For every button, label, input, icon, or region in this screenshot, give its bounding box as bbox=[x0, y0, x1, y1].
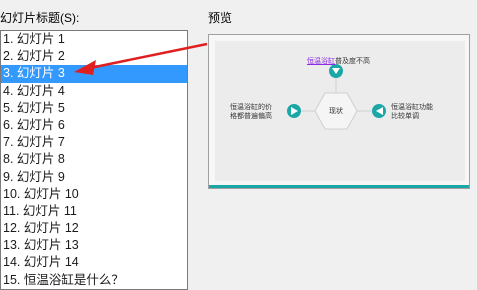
preview-label: 预览 bbox=[208, 11, 233, 25]
slide-titles-label: 幻灯片标题(S): bbox=[0, 11, 80, 25]
preview-frame: 恒温浴缸普及度不高 恒温浴缸的价 格都普遍偏高 现状 恒温浴缸功能 比较单调 bbox=[208, 34, 470, 189]
center-caption: 现状 bbox=[329, 108, 343, 115]
list-item[interactable]: 7. 幻灯片 7 bbox=[1, 134, 187, 151]
list-item[interactable]: 8. 幻灯片 8 bbox=[1, 151, 187, 168]
list-item[interactable]: 14. 幻灯片 14 bbox=[1, 254, 187, 271]
list-item[interactable]: 9. 幻灯片 9 bbox=[1, 169, 187, 186]
list-item[interactable]: 12. 幻灯片 12 bbox=[1, 220, 187, 237]
list-item[interactable]: 1. 幻灯片 1 bbox=[1, 31, 187, 48]
preview-accent-line bbox=[209, 185, 469, 188]
list-item[interactable]: 3. 幻灯片 3 bbox=[1, 65, 187, 83]
list-item[interactable]: 11. 幻灯片 11 bbox=[1, 203, 187, 220]
right-caption: 恒温浴缸功能 比较单调 bbox=[391, 104, 433, 120]
left-caption: 恒温浴缸的价 格都普遍偏高 bbox=[230, 104, 272, 120]
list-item[interactable]: 2. 幻灯片 2 bbox=[1, 48, 187, 65]
slide-titles-listbox[interactable]: 1. 幻灯片 1 2. 幻灯片 2 3. 幻灯片 3 4. 幻灯片 4 5. 幻灯片 5… bbox=[0, 30, 188, 290]
slide-thumbnail: 恒温浴缸普及度不高 恒温浴缸的价 格都普遍偏高 现状 恒温浴缸功能 比较单调 bbox=[215, 41, 465, 181]
list-item[interactable]: 10. 幻灯片 10 bbox=[1, 186, 187, 203]
list-item[interactable]: 5. 幻灯片 5 bbox=[1, 100, 187, 117]
top-caption: 恒温浴缸普及度不高 bbox=[307, 58, 370, 65]
list-item[interactable]: 6. 幻灯片 6 bbox=[1, 117, 187, 134]
list-item[interactable]: 13. 幻灯片 13 bbox=[1, 237, 187, 254]
list-item[interactable]: 15. 恒温浴缸是什么？ bbox=[1, 272, 187, 289]
list-item[interactable]: 4. 幻灯片 4 bbox=[1, 83, 187, 100]
